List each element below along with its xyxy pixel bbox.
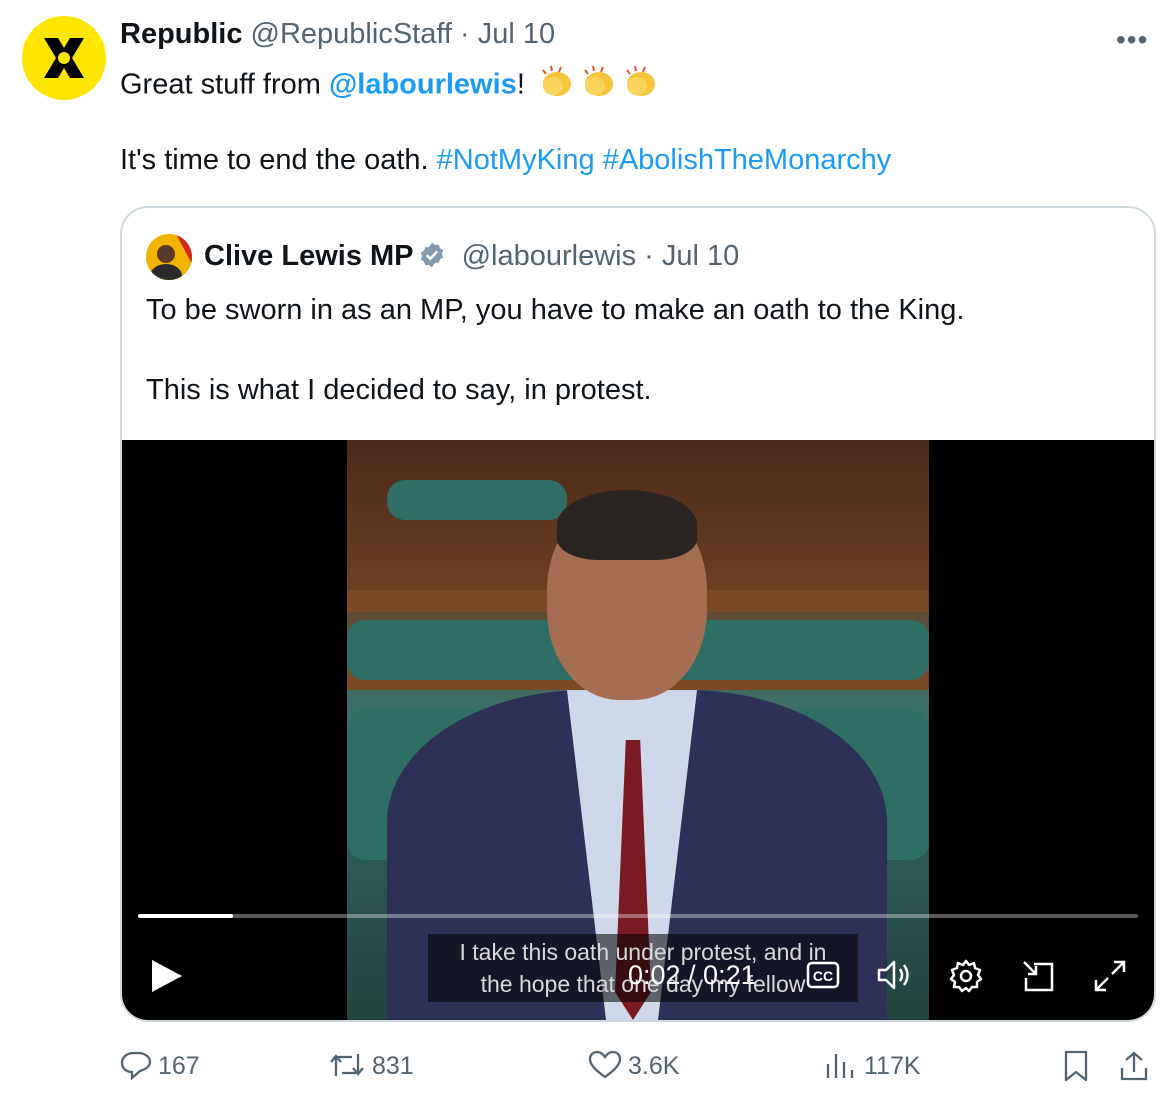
quoted-text-line2: This is what I decided to say, in protes… bbox=[146, 374, 652, 406]
share-icon bbox=[1120, 1051, 1148, 1081]
fullscreen-icon[interactable] bbox=[1092, 958, 1128, 999]
quoted-text-line1: To be sworn in as an MP, you have to mak… bbox=[146, 294, 965, 326]
quoted-post-header: Clive Lewis MP @labourlewis · Jul 10 bbox=[204, 240, 739, 277]
reply-button[interactable]: 167 bbox=[120, 1050, 200, 1081]
video-player[interactable]: I take this oath under protest, and in t… bbox=[122, 440, 1154, 1020]
volume-icon[interactable] bbox=[876, 958, 914, 997]
video-time-display: 0:02 / 0:21 bbox=[628, 960, 756, 990]
more-options-icon[interactable]: ••• bbox=[1116, 24, 1148, 56]
view-count: 117K bbox=[864, 1052, 921, 1080]
post-text-line1: Great stuff from @labourlewis! bbox=[120, 64, 667, 108]
post-text-line2: It's time to end the oath. #NotMyKing #A… bbox=[120, 144, 891, 177]
reply-icon bbox=[120, 1051, 152, 1081]
repost-count: 831 bbox=[372, 1052, 414, 1080]
post-text-prefix: Great stuff from bbox=[120, 68, 329, 101]
picture-in-picture-icon[interactable] bbox=[1020, 958, 1056, 999]
play-icon[interactable] bbox=[150, 958, 184, 999]
svg-text:CC: CC bbox=[813, 968, 833, 984]
header-separator: · bbox=[460, 18, 470, 50]
quoted-post-date[interactable]: Jul 10 bbox=[662, 240, 739, 272]
speaker-hair bbox=[557, 490, 697, 560]
verified-badge-icon bbox=[418, 241, 446, 277]
repost-icon bbox=[330, 1054, 364, 1076]
quoted-author-handle[interactable]: @labourlewis bbox=[462, 240, 637, 272]
author-handle[interactable]: @RepublicStaff bbox=[251, 18, 452, 50]
share-button[interactable] bbox=[1118, 1050, 1156, 1083]
post-header: Republic @RepublicStaff · Jul 10 bbox=[120, 18, 555, 51]
hashtag-abolishthemonarchy[interactable]: #AbolishTheMonarchy bbox=[603, 144, 892, 176]
like-count: 3.6K bbox=[628, 1052, 680, 1080]
quoted-author-avatar[interactable] bbox=[146, 234, 192, 280]
quoted-header-separator: · bbox=[644, 240, 654, 272]
scene-bench-top bbox=[387, 480, 567, 520]
hashtag-notmyking[interactable]: #NotMyKing bbox=[437, 144, 595, 176]
heart-icon bbox=[588, 1050, 622, 1079]
bookmark-icon bbox=[1064, 1050, 1088, 1082]
republic-logo-icon bbox=[44, 38, 84, 78]
repost-button[interactable]: 831 bbox=[328, 1050, 414, 1081]
quoted-post[interactable]: Clive Lewis MP @labourlewis · Jul 10 To … bbox=[120, 206, 1156, 1022]
mention-link[interactable]: @labourlewis bbox=[329, 69, 517, 101]
video-progress-fill bbox=[138, 914, 234, 918]
post-date[interactable]: Jul 10 bbox=[478, 18, 555, 50]
author-name[interactable]: Republic bbox=[120, 18, 242, 50]
views-chart-icon bbox=[826, 1054, 854, 1078]
quoted-author-name[interactable]: Clive Lewis MP bbox=[204, 240, 414, 272]
video-frame bbox=[347, 440, 929, 1020]
reply-count: 167 bbox=[158, 1052, 200, 1080]
views-button[interactable]: 117K bbox=[824, 1050, 921, 1081]
post-text-suffix: ! bbox=[516, 68, 525, 101]
closed-captions-icon[interactable]: CC bbox=[806, 960, 840, 995]
republic-avatar[interactable] bbox=[22, 16, 106, 100]
clapping-hands-emoji-icon bbox=[537, 64, 667, 108]
post-text-body: It's time to end the oath. bbox=[120, 144, 437, 176]
bookmark-button[interactable] bbox=[1062, 1050, 1096, 1083]
like-button[interactable]: 3.6K bbox=[588, 1050, 679, 1081]
video-progress-bar[interactable] bbox=[138, 914, 1138, 918]
settings-gear-icon[interactable] bbox=[948, 958, 984, 999]
